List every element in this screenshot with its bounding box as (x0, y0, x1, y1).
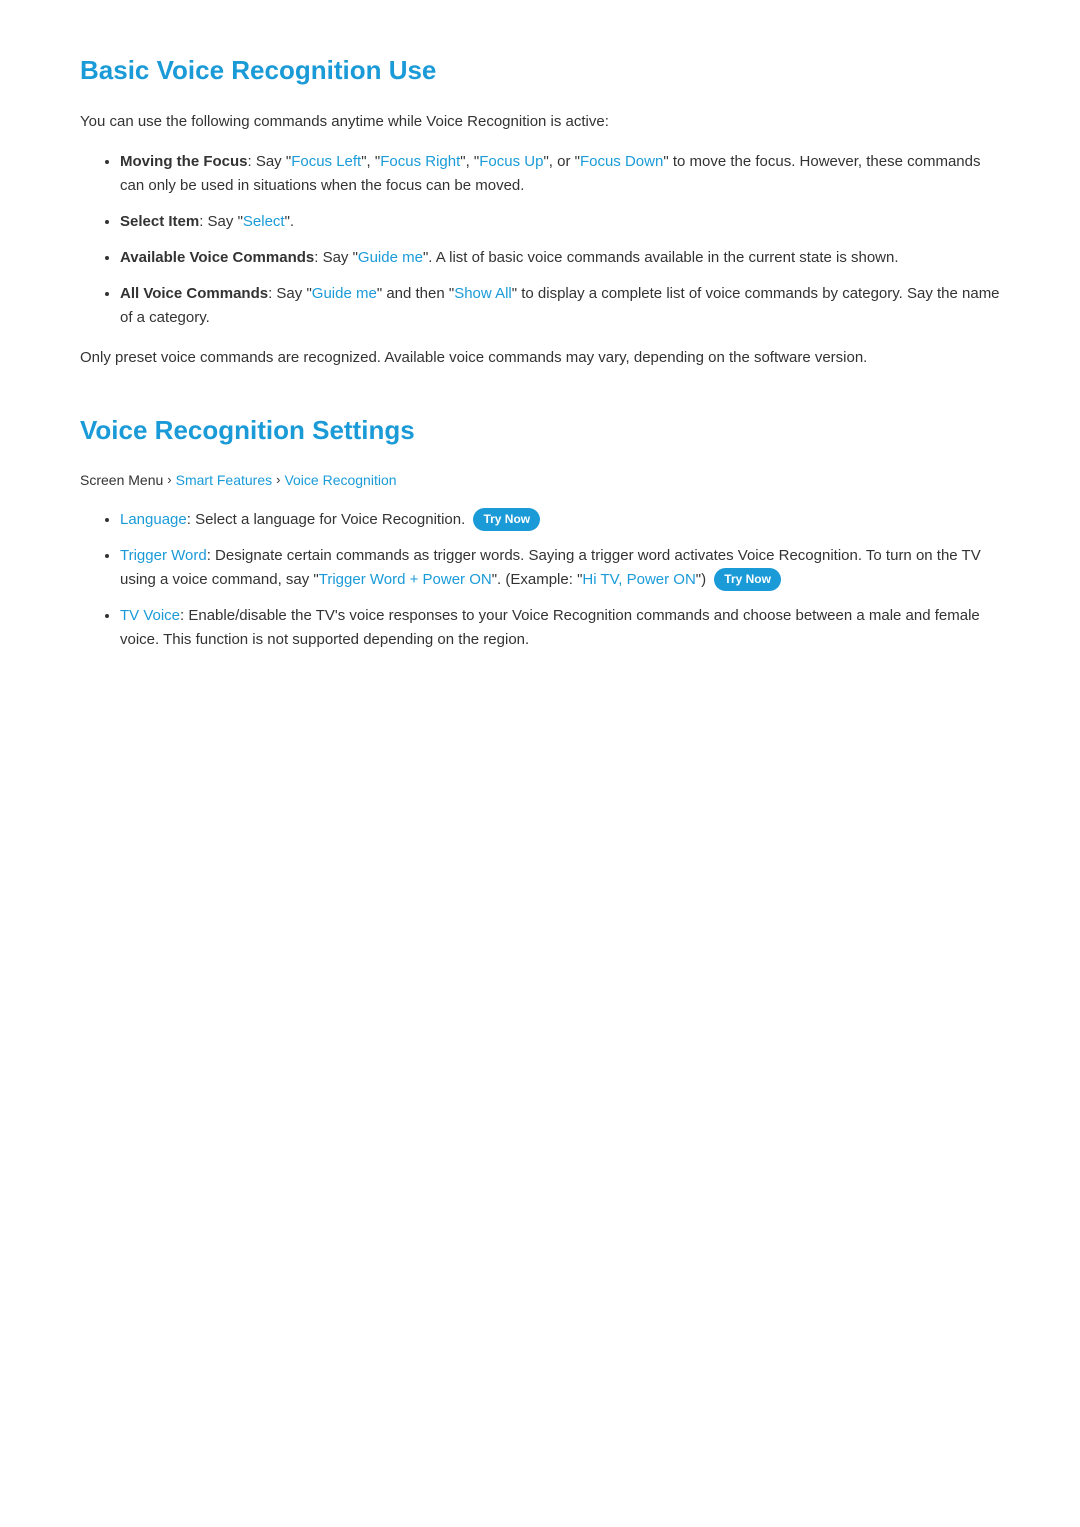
list-item-all-commands: All Voice Commands: Say "Guide me" and t… (120, 282, 1000, 330)
link-trigger-power-on[interactable]: Trigger Word + Power ON (319, 571, 492, 588)
section2-title: Voice Recognition Settings (80, 410, 1000, 452)
section-voice-recognition-settings: Voice Recognition Settings Screen Menu ›… (80, 410, 1000, 652)
link-tv-voice[interactable]: TV Voice (120, 607, 180, 624)
link-show-all[interactable]: Show All (454, 285, 512, 302)
breadcrumb-smart-features[interactable]: Smart Features (176, 469, 272, 491)
chevron-icon-1: › (167, 470, 171, 491)
link-focus-up[interactable]: Focus Up (479, 153, 543, 170)
list-item-select: Select Item: Say "Select". (120, 210, 1000, 234)
list-item-moving-focus: Moving the Focus: Say "Focus Left", "Foc… (120, 150, 1000, 198)
link-guide-me-2[interactable]: Guide me (312, 285, 377, 302)
chevron-icon-2: › (276, 470, 280, 491)
breadcrumb: Screen Menu › Smart Features › Voice Rec… (80, 469, 1000, 491)
link-focus-right[interactable]: Focus Right (380, 153, 460, 170)
breadcrumb-voice-recognition[interactable]: Voice Recognition (284, 469, 396, 491)
list-item-language: Language: Select a language for Voice Re… (120, 508, 1000, 532)
section1-list: Moving the Focus: Say "Focus Left", "Foc… (80, 150, 1000, 330)
list-item-available-commands: Available Voice Commands: Say "Guide me"… (120, 246, 1000, 270)
link-select[interactable]: Select (243, 213, 285, 230)
link-trigger-word[interactable]: Trigger Word (120, 547, 207, 564)
link-language[interactable]: Language (120, 511, 187, 528)
link-guide-me-1[interactable]: Guide me (358, 249, 423, 266)
link-focus-left[interactable]: Focus Left (291, 153, 361, 170)
term-moving-focus: Moving the Focus (120, 153, 248, 170)
term-available-commands: Available Voice Commands (120, 249, 314, 266)
term-select-item: Select Item (120, 213, 199, 230)
list-item-tv-voice: TV Voice: Enable/disable the TV's voice … (120, 604, 1000, 652)
section-basic-voice: Basic Voice Recognition Use You can use … (80, 50, 1000, 370)
section1-intro: You can use the following commands anyti… (80, 110, 1000, 134)
try-now-badge-trigger-word[interactable]: Try Now (714, 568, 781, 591)
breadcrumb-prefix: Screen Menu (80, 469, 163, 491)
section1-note: Only preset voice commands are recognize… (80, 346, 1000, 370)
link-focus-down[interactable]: Focus Down (580, 153, 663, 170)
link-hi-tv-power-on[interactable]: Hi TV, Power ON (582, 571, 695, 588)
term-all-commands: All Voice Commands (120, 285, 268, 302)
list-item-trigger-word: Trigger Word: Designate certain commands… (120, 544, 1000, 592)
section1-title: Basic Voice Recognition Use (80, 50, 1000, 92)
section2-list: Language: Select a language for Voice Re… (80, 508, 1000, 652)
try-now-badge-language[interactable]: Try Now (473, 508, 540, 531)
